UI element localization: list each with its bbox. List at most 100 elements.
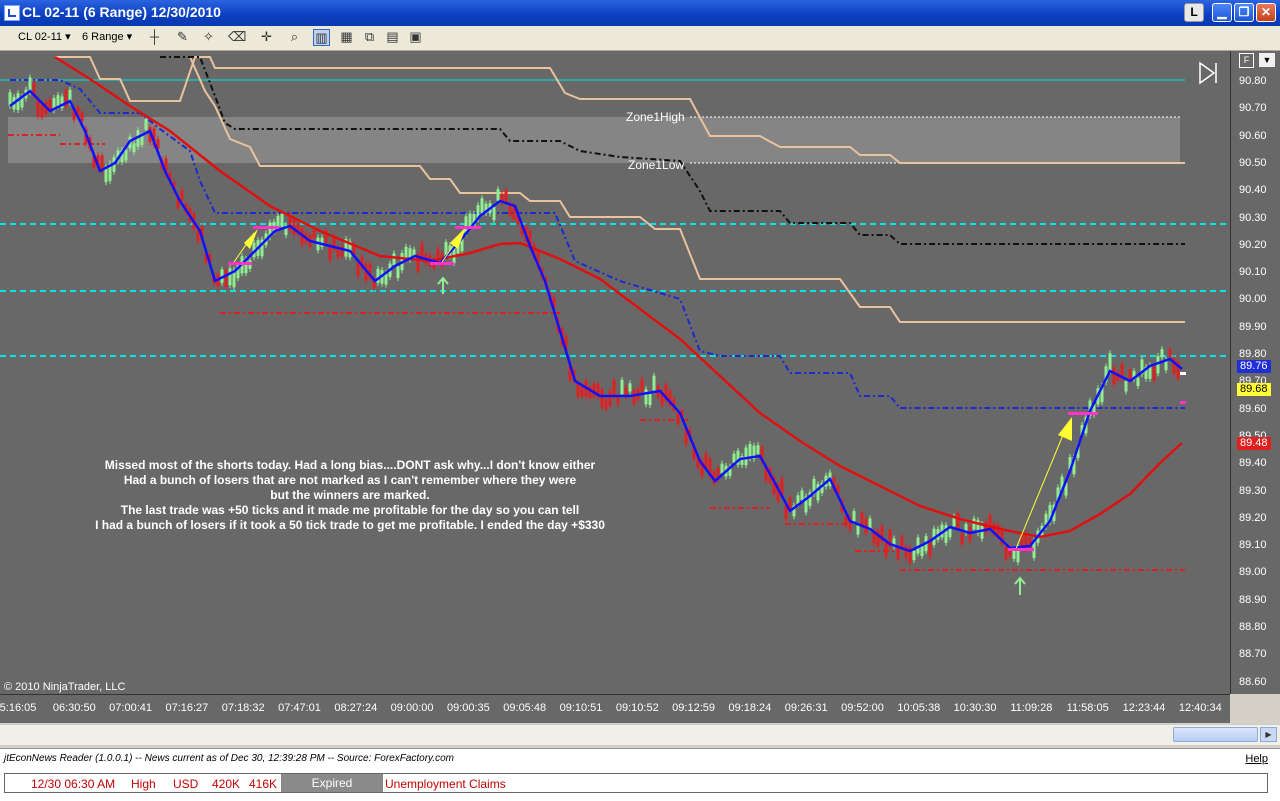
price-chart[interactable]: Zone1High Zone1Low bbox=[0, 51, 1230, 694]
time-tick-label: 09:12:59 bbox=[672, 702, 716, 714]
price-tick-label: 88.60 bbox=[1239, 675, 1267, 688]
time-tick-label: 10:30:30 bbox=[953, 702, 997, 714]
zoom-icon[interactable]: ⌕ bbox=[286, 29, 303, 46]
news-row[interactable]: 12/30 06:30 AM High USD 420K 416K Expire… bbox=[4, 773, 1268, 793]
news-actual: 420K bbox=[212, 777, 241, 791]
minimize-button[interactable]: ▁ bbox=[1212, 3, 1232, 22]
zone1-high-label: Zone1High bbox=[626, 110, 685, 124]
annotation-line: I had a bunch of losers if it took a 50 … bbox=[95, 518, 605, 532]
news-impact: High bbox=[131, 777, 156, 791]
title-bar: CL 02-11 (6 Range) 12/30/2010 L ▁ ❐ ✕ bbox=[0, 0, 1280, 26]
scrollbar-thumb[interactable] bbox=[1173, 727, 1258, 742]
draw-pencil-icon[interactable]: ✎ bbox=[174, 29, 191, 46]
price-tick-label: 89.90 bbox=[1239, 320, 1267, 333]
trade-arrow-marker bbox=[1058, 417, 1072, 441]
price-tick-label: 90.30 bbox=[1239, 211, 1267, 224]
news-forecast: 416K bbox=[249, 777, 278, 791]
price-tick-label: 90.70 bbox=[1239, 102, 1267, 115]
time-tick-label: 12:23:44 bbox=[1122, 702, 1166, 714]
restore-button[interactable]: ❐ bbox=[1234, 3, 1254, 22]
time-tick-label: 07:16:27 bbox=[165, 702, 209, 714]
price-tick-label: 90.10 bbox=[1239, 266, 1267, 279]
help-link[interactable]: Help bbox=[1245, 753, 1268, 765]
time-tick-label: 12:40:34 bbox=[1178, 702, 1222, 714]
news-status: Expired bbox=[281, 774, 383, 792]
price-tick-label: 88.90 bbox=[1239, 593, 1267, 606]
chevron-down-icon: ▾ bbox=[65, 31, 71, 43]
news-header: jtEconNews Reader (1.0.0.1) -- News curr… bbox=[4, 753, 454, 764]
chart-panel[interactable]: Zone1High Zone1Low Missed most of the sh… bbox=[0, 51, 1230, 694]
entry-marker bbox=[1008, 548, 1034, 551]
tan-lower-line bbox=[189, 56, 1185, 323]
price-tick-label: 90.20 bbox=[1239, 238, 1267, 251]
price-tick-label: 89.40 bbox=[1239, 457, 1267, 470]
time-tick-label: 11:09:28 bbox=[1010, 702, 1053, 714]
remove-drawings-icon[interactable]: ⌫ bbox=[228, 29, 246, 46]
time-tick-label: 10:05:38 bbox=[897, 702, 941, 714]
app-icon bbox=[4, 5, 20, 21]
price-badge: 89.76 bbox=[1237, 360, 1271, 373]
period-selector[interactable]: 6 Range ▾ bbox=[82, 30, 132, 43]
time-tick-label: 07:47:01 bbox=[278, 702, 321, 714]
entry-marker bbox=[228, 262, 252, 265]
chevron-down-icon[interactable]: ▼ bbox=[1259, 53, 1275, 67]
price-tick-label: 89.00 bbox=[1239, 566, 1267, 579]
time-tick-label: 09:00:00 bbox=[390, 702, 434, 714]
time-tick-label: 09:26:31 bbox=[784, 702, 828, 714]
exit-marker bbox=[455, 226, 481, 229]
news-reader-panel: jtEconNews Reader (1.0.0.1) -- News curr… bbox=[0, 748, 1280, 801]
bid-marker bbox=[1180, 372, 1186, 375]
price-tick-label: 90.80 bbox=[1239, 75, 1267, 87]
exit-marker bbox=[1068, 412, 1098, 415]
close-button[interactable]: ✕ bbox=[1256, 3, 1276, 22]
trade-arrow-marker bbox=[244, 229, 258, 249]
news-currency: USD bbox=[173, 777, 199, 791]
crosshair-icon[interactable]: ✛ bbox=[258, 29, 275, 46]
drawing-tools-icon[interactable]: ✧ bbox=[200, 29, 217, 46]
window-title: CL 02-11 (6 Range) 12/30/2010 bbox=[22, 4, 221, 20]
scroll-right-arrow[interactable]: ▶ bbox=[1260, 727, 1277, 742]
exit-marker bbox=[253, 226, 279, 229]
time-axis[interactable]: 5:16:05 06:30:50 07:00:41 07:16:27 07:18:32 0… bbox=[0, 694, 1230, 723]
f-button[interactable]: F bbox=[1239, 53, 1254, 68]
price-tick-label: 90.50 bbox=[1239, 156, 1267, 169]
price-axis[interactable]: F ▼ 90.80 90.70 90.60 90.50 90.40 90.30 90.20 9… bbox=[1230, 51, 1280, 694]
price-tick-label: 89.20 bbox=[1239, 511, 1267, 524]
price-tick-label: 88.70 bbox=[1239, 648, 1267, 661]
data-box-icon[interactable]: ▤ bbox=[384, 29, 401, 46]
price-tick-label: 90.40 bbox=[1239, 184, 1267, 197]
strategies-icon[interactable]: ⧉ bbox=[361, 29, 378, 46]
entry-marker bbox=[430, 262, 454, 265]
annotation-line: but the winners are marked. bbox=[270, 488, 430, 502]
copyright-text: © 2010 NinjaTrader, LLC bbox=[4, 681, 126, 693]
time-tick-label: 09:10:52 bbox=[615, 702, 659, 714]
time-tick-label: 09:05:48 bbox=[503, 702, 547, 714]
zone1-rectangle bbox=[8, 117, 1180, 163]
instrument-label: CL 02-11 bbox=[18, 31, 63, 43]
time-tick-label: 07:00:41 bbox=[109, 702, 153, 714]
indicators-icon[interactable]: ▦ bbox=[338, 29, 355, 46]
time-tick-label: 09:52:00 bbox=[841, 702, 884, 714]
time-tick-label: 5:16:05 bbox=[0, 702, 37, 714]
time-tick-label: 09:10:51 bbox=[559, 702, 603, 714]
time-tick-label: 09:00:35 bbox=[446, 702, 490, 714]
annotation-line: Missed most of the shorts today. Had a l… bbox=[104, 458, 596, 472]
time-tick-label: 09:18:24 bbox=[728, 702, 772, 714]
price-tick-label: 89.80 bbox=[1239, 348, 1267, 360]
up-arrow-signal bbox=[1014, 576, 1026, 595]
price-tick-label: 90.00 bbox=[1239, 293, 1267, 306]
annotation-line: The last trade was +50 ticks and it made… bbox=[120, 503, 580, 517]
price-tick-label: 89.30 bbox=[1239, 484, 1267, 497]
price-tick-label: 88.80 bbox=[1239, 621, 1267, 633]
link-button[interactable]: L bbox=[1184, 3, 1204, 22]
time-tick-label: 07:18:32 bbox=[221, 702, 265, 714]
chart-style-icon[interactable]: ▥ bbox=[313, 29, 330, 46]
instrument-selector[interactable]: CL 02-11 ▾ bbox=[18, 30, 71, 43]
properties-icon[interactable]: ▣ bbox=[407, 29, 424, 46]
chart-toolbar: CL 02-11 ▾ 6 Range ▾ ┼ ✎ ✧ ⌫ ✛ ⌕ ▥ ▦ ⧉ ▤… bbox=[0, 26, 1280, 51]
period-label: 6 Range bbox=[82, 31, 124, 43]
price-tick-label: 90.60 bbox=[1239, 129, 1267, 142]
bar-type-icon[interactable]: ┼ bbox=[146, 29, 163, 46]
time-tick-label: 08:27:24 bbox=[334, 702, 378, 714]
chart-scrollbar[interactable]: ▶ bbox=[0, 724, 1280, 745]
